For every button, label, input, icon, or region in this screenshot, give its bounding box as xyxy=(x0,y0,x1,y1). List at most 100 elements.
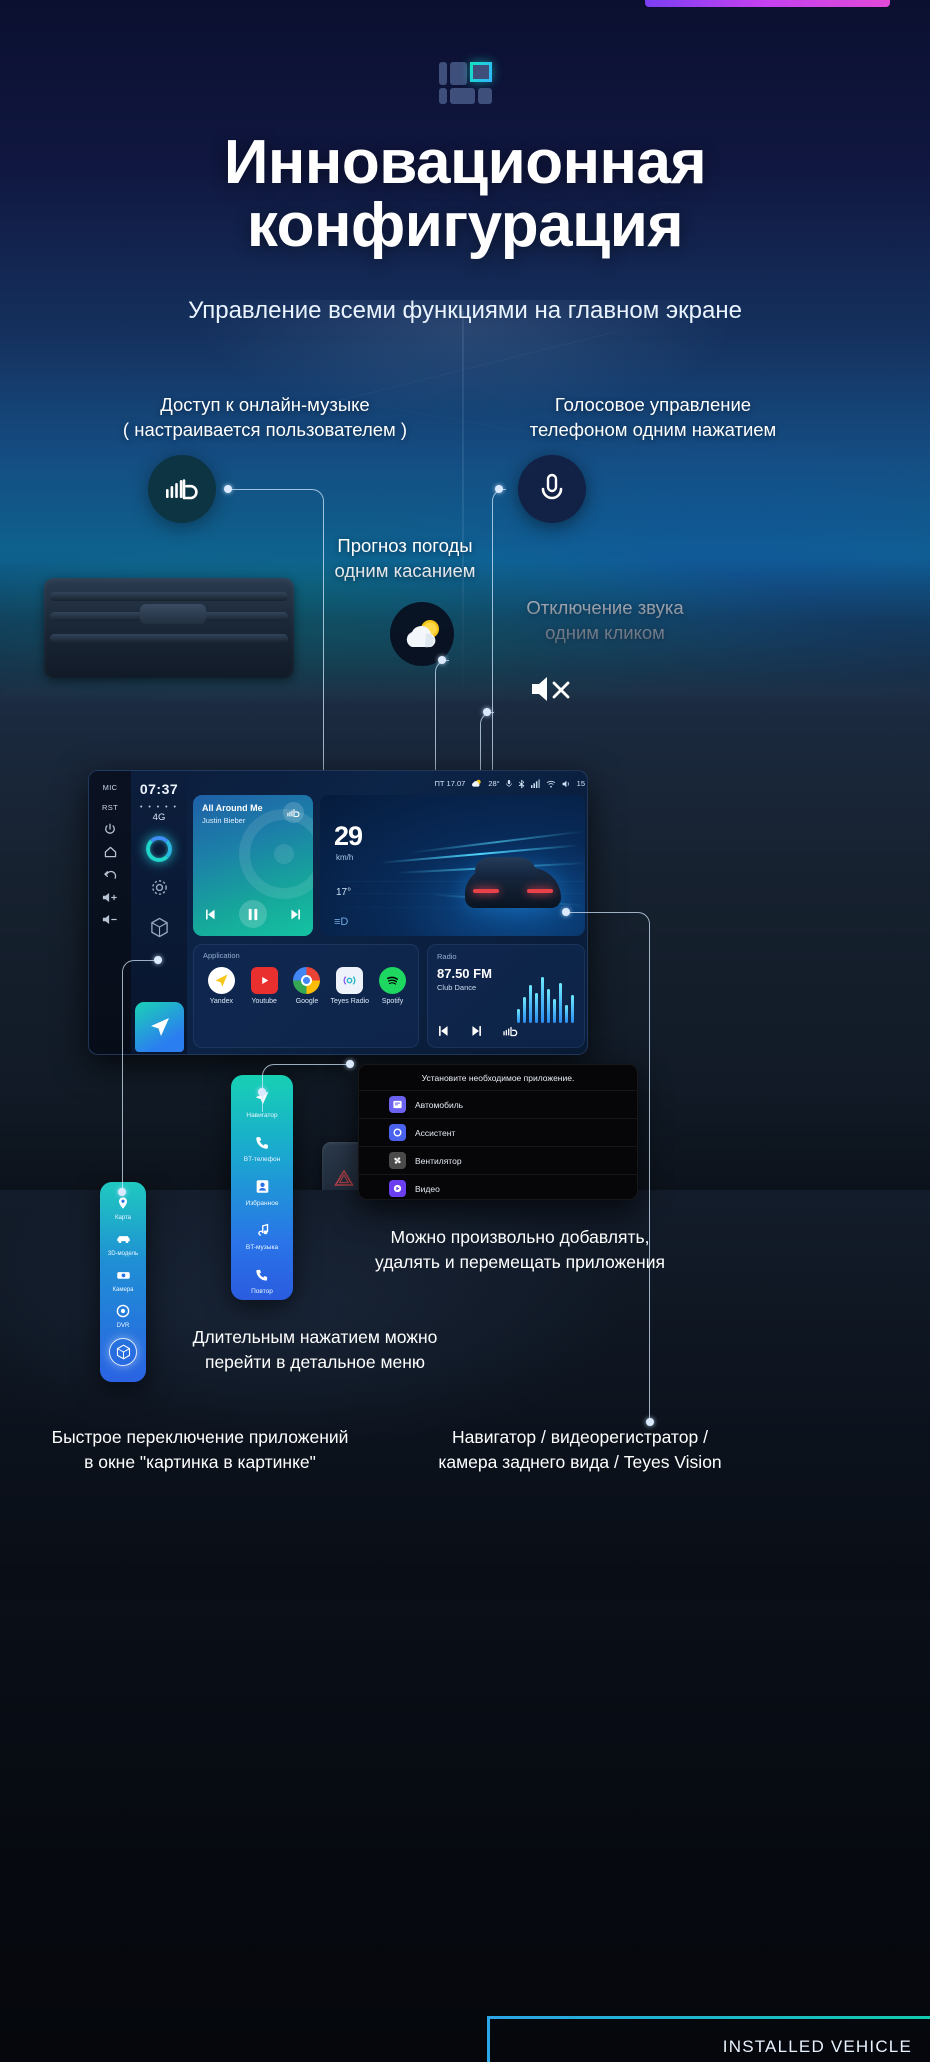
equalizer-bar xyxy=(528,985,532,1023)
cabin-temperature: 17° xyxy=(336,887,352,898)
car-3d-icon xyxy=(114,1230,132,1248)
strip-item-camera[interactable]: Камера xyxy=(100,1266,146,1293)
music-note-icon xyxy=(251,1219,273,1241)
strip-label: Карта xyxy=(114,1215,132,1221)
partly-cloudy-icon xyxy=(406,620,439,648)
radio-widget[interactable]: Radio 87.50 FM Club Dance xyxy=(427,944,585,1048)
connector-dot-apps xyxy=(346,1060,354,1068)
gear-icon[interactable] xyxy=(150,878,169,897)
hazard-triangle-icon xyxy=(334,1169,354,1186)
callout-voice-line1: Голосовое управление xyxy=(554,394,752,415)
connector-music xyxy=(228,489,324,779)
connector-dot-voice xyxy=(495,485,503,493)
fan-icon xyxy=(389,1152,406,1169)
page-title: Инновационная конфигурация xyxy=(0,131,930,257)
mute-icon xyxy=(532,677,570,701)
teyes-logo xyxy=(439,62,492,104)
feature-icon-mute[interactable] xyxy=(520,658,582,720)
app-label: Google xyxy=(295,998,319,1005)
strip-label: 3D-модель xyxy=(107,1251,139,1257)
strip-label: Повтор xyxy=(251,1288,273,1295)
app-label: Spotify xyxy=(381,998,404,1005)
power-icon[interactable] xyxy=(104,823,116,835)
pause-icon xyxy=(248,908,258,920)
volume-up-icon[interactable] xyxy=(102,892,118,903)
contact-icon xyxy=(251,1175,273,1197)
app-label: Yandex xyxy=(209,998,233,1005)
assistant-ring-icon[interactable] xyxy=(146,836,172,862)
strip-label: Избранное xyxy=(245,1200,279,1207)
back-icon[interactable] xyxy=(103,869,117,881)
strip-item-redial[interactable]: Повтор xyxy=(231,1263,293,1295)
map-pin-icon xyxy=(114,1194,132,1212)
phone-icon xyxy=(251,1131,273,1153)
track-artist: Justin Bieber xyxy=(202,816,246,825)
equalizer-bar xyxy=(540,977,544,1023)
speed-unit: km/h xyxy=(336,853,354,862)
strip-item-3d-model[interactable]: 3D-модель xyxy=(100,1230,146,1257)
connector-dot-pip-end xyxy=(118,1188,126,1196)
soundcloud-icon xyxy=(286,808,299,817)
applications-widget[interactable]: Application Yandex Youtube Google Teyes … xyxy=(193,944,419,1048)
network-label: 4G xyxy=(152,812,166,823)
app-teyes-radio[interactable]: Teyes Radio xyxy=(330,967,370,1005)
callout-music-line2: ( настраивается пользователем ) xyxy=(122,419,408,440)
music-source-button[interactable] xyxy=(283,802,304,823)
app-youtube[interactable]: Youtube xyxy=(244,967,284,1005)
callout-music-label: Доступ к онлайн-музыке ( настраивается п… xyxy=(40,392,490,442)
speed-value: 29 xyxy=(334,821,363,851)
camera-icon xyxy=(114,1266,132,1284)
music-widget[interactable]: All Around Me Justin Bieber xyxy=(193,795,313,936)
app-spotify[interactable]: Spotify xyxy=(373,967,413,1005)
soundcloud-icon[interactable] xyxy=(503,1026,519,1037)
chrome-icon xyxy=(293,967,321,994)
caption-apps: Можно произвольно добавлять, удалять и п… xyxy=(330,1225,710,1275)
hw-key-mic[interactable]: MIC xyxy=(103,783,118,792)
caption-longpress-line1: Длительным нажатием можно xyxy=(192,1327,438,1347)
caption-apps-line2: удалять и перемещать приложения xyxy=(375,1252,665,1272)
strip-label: Навигатор xyxy=(246,1112,278,1119)
dialog-row-label: Автомобиль xyxy=(415,1099,464,1110)
app-label: Youtube xyxy=(251,998,277,1005)
connector-dot-music xyxy=(224,485,232,493)
strip-item-map[interactable]: Карта xyxy=(100,1194,146,1221)
previous-icon[interactable] xyxy=(437,1025,450,1037)
connector-voice xyxy=(492,489,506,779)
strip-label: BT-музыка xyxy=(245,1244,279,1251)
feature-icon-music[interactable] xyxy=(148,455,216,523)
dvr-icon xyxy=(114,1302,132,1320)
app-yandex[interactable]: Yandex xyxy=(201,967,241,1005)
strip-item-bt-phone[interactable]: BT-телефон xyxy=(231,1131,293,1163)
caption-pip-line1: Быстрое переключение приложений xyxy=(51,1427,349,1447)
connector-nav xyxy=(566,912,650,1422)
equalizer-bar xyxy=(546,989,550,1023)
footer: INSTALLED VEHICLE xyxy=(0,2000,930,2062)
head-unit-screen[interactable]: MIC RST 07:37 • • • • • 4G ПТ 17.07 28° … xyxy=(88,770,588,1055)
strip-item-favorites[interactable]: Избранное xyxy=(231,1175,293,1207)
hw-key-rst[interactable]: RST xyxy=(102,803,118,812)
car-app-icon xyxy=(389,1096,406,1113)
app-google[interactable]: Google xyxy=(287,967,327,1005)
caption-nav: Навигатор / видеорегистратор / камера за… xyxy=(380,1425,780,1475)
cube-icon[interactable] xyxy=(150,917,169,938)
next-icon[interactable] xyxy=(470,1025,483,1037)
applications-list: Yandex Youtube Google Teyes Radio Spotif… xyxy=(200,967,414,1005)
volume-icon xyxy=(562,780,569,787)
strip-item-bt-music[interactable]: BT-музыка xyxy=(231,1219,293,1251)
clock: 07:37 xyxy=(139,781,179,797)
footer-text: INSTALLED VEHICLE xyxy=(722,2037,912,2056)
pause-button[interactable] xyxy=(239,900,267,928)
title-line-2: конфигурация xyxy=(246,191,684,260)
previous-icon[interactable] xyxy=(204,908,217,921)
connector-weather xyxy=(435,660,449,780)
top-accent-bar xyxy=(645,0,890,7)
navigation-widget[interactable]: 29 km/h 17° ≡D xyxy=(320,795,585,936)
equalizer-bar xyxy=(522,997,526,1023)
next-icon[interactable] xyxy=(289,908,302,921)
volume-down-icon[interactable] xyxy=(102,914,118,925)
home-icon[interactable] xyxy=(104,846,117,858)
connector-dot-apps-end xyxy=(258,1088,266,1096)
album-disc-graphic xyxy=(239,809,313,899)
feature-icon-voice[interactable] xyxy=(518,455,586,523)
teyes-radio-icon xyxy=(336,967,364,994)
